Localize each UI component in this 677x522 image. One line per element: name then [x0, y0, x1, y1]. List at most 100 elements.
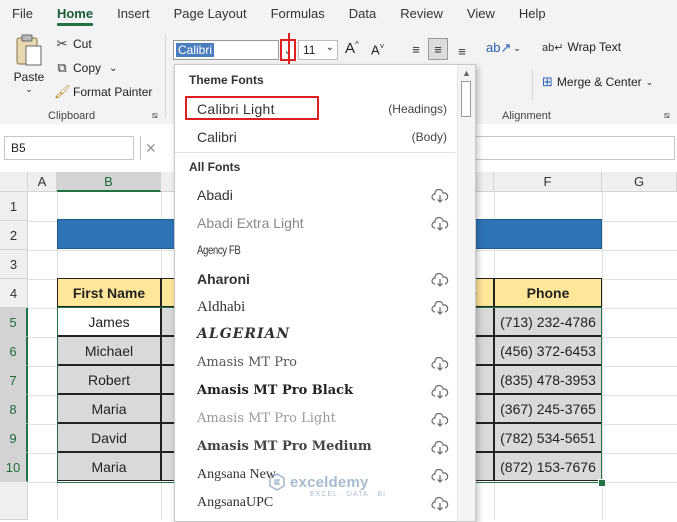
column-header-f[interactable]: F: [494, 172, 602, 192]
row-header-1[interactable]: 1: [0, 192, 28, 221]
row-header-8[interactable]: 8: [0, 395, 28, 424]
menu-data[interactable]: Data: [337, 0, 388, 28]
cloud-download-icon[interactable]: [431, 497, 449, 511]
row-header-10[interactable]: 10: [0, 453, 28, 482]
cloud-download-icon[interactable]: [431, 301, 449, 315]
dialog-launcher-icon[interactable]: ⧅: [152, 110, 158, 121]
decrease-font-button[interactable]: A˅: [371, 42, 384, 57]
font-option-algerian[interactable]: ALGERIAN: [197, 326, 290, 342]
cloud-download-icon[interactable]: [431, 469, 449, 483]
merge-icon: ⊞: [542, 74, 553, 89]
cloud-download-icon[interactable]: [431, 385, 449, 399]
align-bottom-button[interactable]: ≡: [452, 40, 472, 62]
font-option-agency-fb[interactable]: Agency FB: [197, 243, 241, 257]
font-option-amasis-mt-pro-black[interactable]: Amasis MT Pro Black: [197, 383, 353, 398]
wrap-text-icon: ab↵: [542, 41, 564, 54]
font-option-amasis-mt-pro-light[interactable]: Amasis MT Pro Light: [197, 411, 336, 426]
orientation-button[interactable]: ab↗ ⌄: [486, 40, 521, 56]
panel-scrollbar[interactable]: ▲: [457, 65, 475, 521]
column-header-g[interactable]: G: [602, 172, 677, 192]
row-header-5[interactable]: 5: [0, 308, 28, 337]
copy-chevron-icon[interactable]: ⌄: [109, 63, 117, 74]
format-painter-label: Format Painter: [73, 85, 153, 99]
group-separator: [532, 70, 533, 100]
font-option-calibri-light[interactable]: Calibri Light: [197, 101, 275, 117]
close-icon[interactable]: ✕: [145, 136, 165, 160]
select-all-corner[interactable]: [0, 172, 28, 192]
dialog-launcher-icon[interactable]: ⧅: [664, 110, 670, 121]
align-top-icon: ≡: [412, 41, 420, 57]
menu-formulas[interactable]: Formulas: [259, 0, 337, 28]
name-box[interactable]: B5: [4, 136, 134, 160]
font-option-angsanaupc[interactable]: AngsanaUPC: [197, 495, 273, 511]
font-name-value: Calibri: [176, 43, 215, 57]
menu-home[interactable]: Home: [45, 0, 105, 28]
align-bottom-icon: ≡: [458, 43, 466, 59]
header-cell-phone[interactable]: Phone: [494, 278, 602, 307]
increase-font-button[interactable]: A^: [345, 40, 359, 57]
font-option-abadi-extra-light[interactable]: Abadi Extra Light: [197, 215, 304, 231]
font-name-input[interactable]: Calibri: [173, 40, 279, 60]
menu-insert[interactable]: Insert: [105, 0, 162, 28]
row-header-9[interactable]: 9: [0, 424, 28, 453]
merge-center-label: Merge & Center: [556, 75, 642, 89]
copy-label: Copy: [73, 61, 102, 75]
wrap-text-button[interactable]: ab↵ Wrap Text: [542, 40, 621, 54]
menu-help[interactable]: Help: [507, 0, 558, 28]
fill-handle[interactable]: [598, 479, 606, 487]
decrease-font-icon: A˅: [371, 42, 385, 58]
cloud-download-icon[interactable]: [431, 441, 449, 455]
cut-button[interactable]: ✂ Cut: [54, 36, 92, 52]
cut-label: Cut: [73, 37, 92, 51]
row-header-2[interactable]: 2: [0, 221, 28, 250]
row-header-6[interactable]: 6: [0, 337, 28, 366]
clipboard-group-label: Clipboard: [48, 110, 96, 122]
row-header-3[interactable]: 3: [0, 250, 28, 279]
theme-fonts-heading: Theme Fonts: [189, 73, 264, 87]
row-header-7[interactable]: 7: [0, 366, 28, 395]
font-size-chevron-icon[interactable]: ⌄: [326, 42, 334, 53]
column-header-a[interactable]: A: [28, 172, 57, 192]
menu-review[interactable]: Review: [388, 0, 455, 28]
cloud-download-icon[interactable]: [431, 413, 449, 427]
paste-button[interactable]: Paste ⌄: [10, 34, 48, 104]
alignment-group-label: Alignment: [502, 110, 551, 122]
align-middle-button[interactable]: ≡: [428, 38, 448, 60]
scroll-thumb[interactable]: [461, 81, 471, 117]
header-cell-first-name[interactable]: First Name: [57, 278, 161, 307]
cloud-download-icon[interactable]: [431, 357, 449, 371]
cloud-download-icon[interactable]: [431, 189, 449, 203]
watermark-tagline: EXCEL · DATA · BI: [310, 491, 386, 498]
font-option-amasis-mt-pro-medium[interactable]: Amasis MT Pro Medium: [197, 439, 372, 454]
format-painter-button[interactable]: 🖌 Format Painter: [54, 84, 152, 100]
row-header-11[interactable]: [0, 482, 28, 520]
column-header-b[interactable]: B: [57, 172, 161, 192]
copy-button[interactable]: ⧉ Copy ⌄: [54, 60, 117, 76]
menu-page-layout[interactable]: Page Layout: [162, 0, 259, 28]
font-size-input[interactable]: 11 ⌄: [298, 40, 338, 60]
clipboard-icon: [16, 34, 42, 66]
cloud-download-icon[interactable]: [431, 217, 449, 231]
align-top-button[interactable]: ≡: [406, 38, 426, 60]
cloud-download-icon[interactable]: [431, 273, 449, 287]
all-fonts-heading: All Fonts: [189, 160, 241, 174]
font-option-angsana-new[interactable]: Angsana New: [197, 467, 276, 483]
orientation-chevron-icon: ⌄: [513, 42, 521, 53]
font-option-calibri[interactable]: Calibri: [197, 129, 237, 145]
merge-chevron-icon[interactable]: ⌄: [646, 77, 654, 88]
menu-file[interactable]: File: [0, 0, 45, 28]
font-option-aldhabi[interactable]: Aldhabi: [197, 299, 245, 316]
copy-icon: ⧉: [57, 60, 67, 75]
row-header-4[interactable]: 4: [0, 279, 28, 308]
font-size-value: 11: [303, 43, 316, 57]
scissors-icon: ✂: [56, 36, 68, 51]
merge-center-button[interactable]: ⊞ Merge & Center ⌄: [542, 74, 653, 90]
font-tag-headings: (Headings): [388, 102, 447, 116]
font-option-abadi[interactable]: Abadi: [197, 187, 233, 203]
font-option-aharoni[interactable]: Aharoni: [197, 271, 250, 287]
menu-view[interactable]: View: [455, 0, 507, 28]
scroll-up-icon[interactable]: ▲: [458, 67, 475, 79]
formula-input[interactable]: [470, 136, 675, 160]
gridline: [602, 192, 603, 520]
font-option-amasis-mt-pro[interactable]: Amasis MT Pro: [197, 355, 297, 370]
